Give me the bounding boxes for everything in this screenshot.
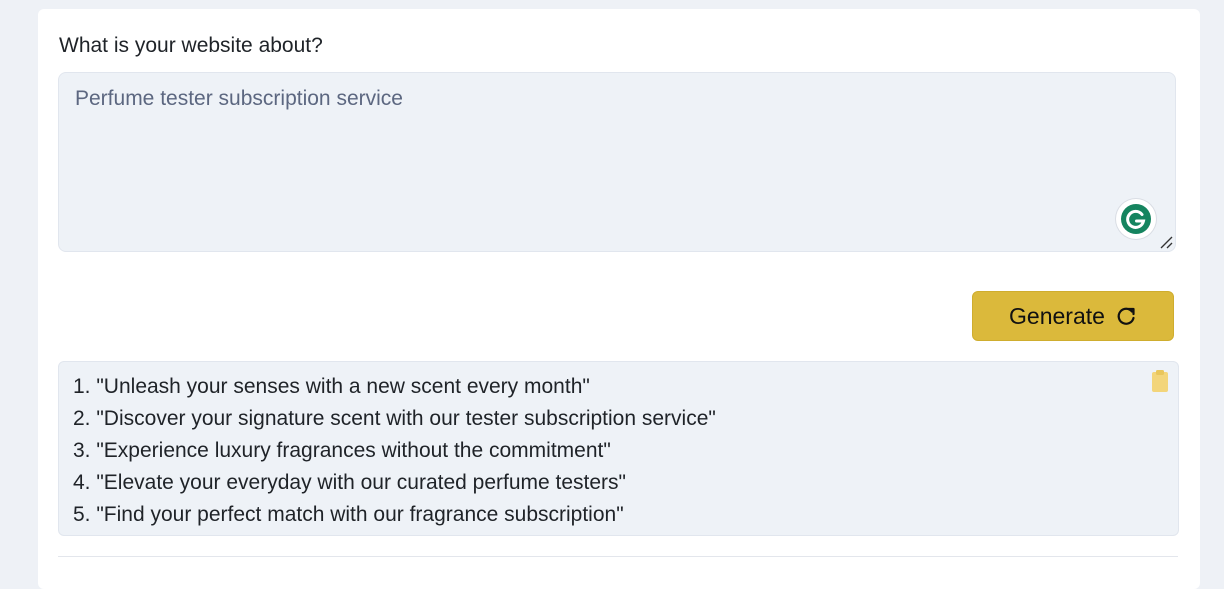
result-item: 3. "Experience luxury fragrances without… [73, 439, 611, 462]
generate-button[interactable]: Generate [972, 291, 1174, 341]
result-item: 4. "Elevate your everyday with our curat… [73, 471, 627, 494]
result-item: 5. "Find your perfect match with our fra… [73, 503, 624, 526]
results-list: 1. "Unleash your senses with a new scent… [59, 362, 1178, 531]
textarea-value: Perfume tester subscription service [75, 87, 403, 110]
generator-card: What is your website about? Perfume test… [38, 9, 1200, 589]
refresh-icon [1117, 307, 1135, 325]
results-box: 1. "Unleash your senses with a new scent… [58, 361, 1179, 536]
clipboard-icon[interactable] [1151, 369, 1169, 393]
generate-button-label: Generate [1009, 302, 1105, 329]
question-label: What is your website about? [59, 34, 323, 57]
grammarly-icon[interactable] [1116, 199, 1156, 239]
result-item: 1. "Unleash your senses with a new scent… [73, 375, 590, 398]
result-item: 2. "Discover your signature scent with o… [73, 407, 716, 430]
resize-handle-icon[interactable] [1159, 235, 1173, 249]
website-description-textarea[interactable]: Perfume tester subscription service [58, 72, 1176, 252]
divider [58, 556, 1178, 557]
